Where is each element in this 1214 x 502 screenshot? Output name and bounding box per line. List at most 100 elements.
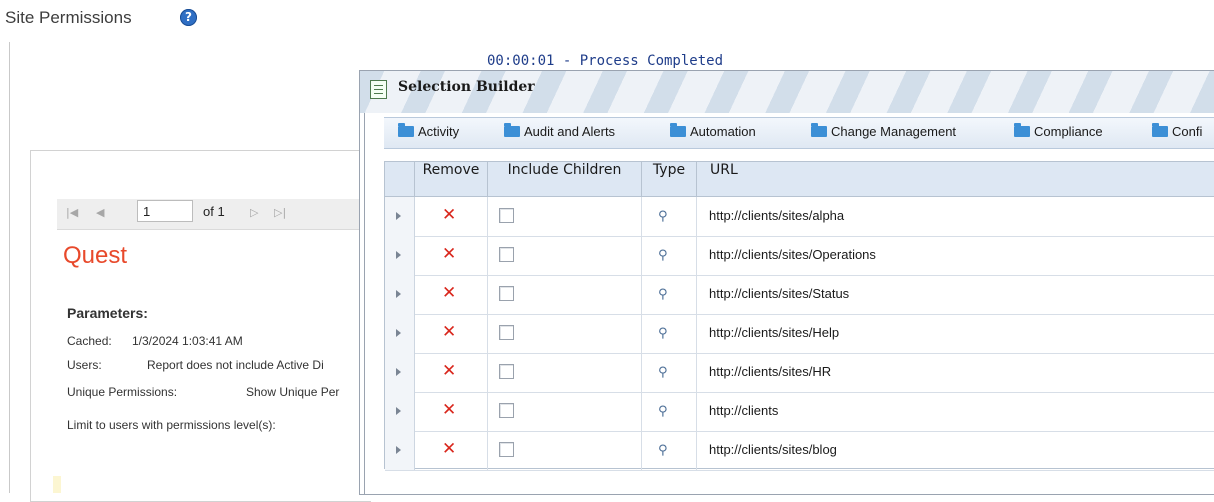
cell-divider xyxy=(696,392,697,431)
selection-builder-dialog: Selection Builder Activity Audit and Ale… xyxy=(359,70,1214,495)
grid-header: Remove Include Children Type URL xyxy=(385,162,1214,197)
row-expander[interactable] xyxy=(385,275,415,314)
site-type-icon: ⚲ xyxy=(658,209,668,224)
table-row[interactable]: ✕ ⚲ http://clients/sites/Status xyxy=(385,275,1214,315)
row-expander[interactable] xyxy=(385,197,415,236)
folder-icon xyxy=(504,123,520,137)
cell-divider xyxy=(641,236,642,275)
row-url: http://clients/sites/blog xyxy=(709,442,837,457)
row-expander[interactable] xyxy=(385,431,415,470)
category-change-management[interactable]: Change Management xyxy=(811,123,956,139)
left-divider xyxy=(9,42,10,493)
first-page-icon[interactable]: |◀ xyxy=(66,206,78,219)
page-title: Site Permissions xyxy=(5,8,132,27)
param-label-unique-permissions: Unique Permissions: xyxy=(67,385,178,399)
site-type-icon: ⚲ xyxy=(658,326,668,341)
previous-page-icon[interactable]: ◀ xyxy=(96,206,104,219)
site-type-icon: ⚲ xyxy=(658,248,668,263)
row-expander[interactable] xyxy=(385,314,415,353)
row-expander[interactable] xyxy=(385,236,415,275)
row-url: http://clients/sites/Status xyxy=(709,286,850,301)
row-expander[interactable] xyxy=(385,353,415,392)
include-children-checkbox[interactable] xyxy=(499,442,514,457)
cell-divider xyxy=(696,197,697,236)
table-row[interactable]: ✕ ⚲ http://clients/sites/Help xyxy=(385,314,1214,354)
table-row[interactable]: ✕ ⚲ http://clients/sites/Operations xyxy=(385,236,1214,276)
category-toolbar: Activity Audit and Alerts Automation Cha… xyxy=(384,117,1214,149)
site-type-icon: ⚲ xyxy=(658,443,668,458)
page-count-label: of 1 xyxy=(203,204,225,219)
window-icon xyxy=(370,80,387,99)
param-label-users: Users: xyxy=(67,358,102,372)
selection-grid: Remove Include Children Type URL ✕ ⚲ http:… xyxy=(384,161,1214,471)
remove-icon[interactable]: ✕ xyxy=(442,206,456,224)
cell-divider xyxy=(487,197,488,236)
cell-divider xyxy=(641,314,642,353)
highlight-strip xyxy=(53,476,61,493)
include-children-checkbox[interactable] xyxy=(499,364,514,379)
include-children-checkbox[interactable] xyxy=(499,208,514,223)
param-label-limit-levels: Limit to users with permissions level(s)… xyxy=(67,418,276,432)
remove-icon[interactable]: ✕ xyxy=(442,440,456,458)
remove-icon[interactable]: ✕ xyxy=(442,401,456,419)
remove-icon[interactable]: ✕ xyxy=(442,323,456,341)
cell-divider xyxy=(641,197,642,236)
remove-icon[interactable]: ✕ xyxy=(442,362,456,380)
cell-divider xyxy=(641,353,642,392)
site-type-icon: ⚲ xyxy=(658,287,668,302)
remove-icon[interactable]: ✕ xyxy=(442,245,456,263)
table-row[interactable]: ✕ ⚲ http://clients xyxy=(385,392,1214,432)
column-header-type[interactable]: Type xyxy=(641,162,696,196)
last-page-icon[interactable]: ▷| xyxy=(274,206,286,219)
table-row[interactable]: ✕ ⚲ http://clients/sites/alpha xyxy=(385,197,1214,237)
expand-arrow-icon[interactable] xyxy=(396,251,401,259)
cell-divider xyxy=(487,392,488,431)
expand-arrow-icon[interactable] xyxy=(396,212,401,220)
include-children-checkbox[interactable] xyxy=(499,286,514,301)
cell-divider xyxy=(487,431,488,470)
row-expander[interactable] xyxy=(385,392,415,431)
folder-icon xyxy=(670,123,686,137)
column-header-include-children[interactable]: Include Children xyxy=(487,162,641,196)
param-value-cached: 1/3/2024 1:03:41 AM xyxy=(132,334,243,348)
cell-divider xyxy=(487,314,488,353)
table-row[interactable]: ✕ ⚲ http://clients/sites/blog xyxy=(385,431,1214,471)
table-row[interactable]: ✕ ⚲ http://clients/sites/HR xyxy=(385,353,1214,393)
category-automation[interactable]: Automation xyxy=(670,123,756,139)
column-header-remove[interactable]: Remove xyxy=(414,162,487,196)
param-value-unique-permissions: Show Unique Per xyxy=(246,385,340,399)
folder-icon xyxy=(811,123,827,137)
category-compliance[interactable]: Compliance xyxy=(1014,123,1103,139)
help-icon[interactable]: ? xyxy=(180,9,197,26)
column-header-url[interactable]: URL xyxy=(696,162,1214,196)
folder-icon xyxy=(1014,123,1030,137)
folder-icon xyxy=(398,123,414,137)
expand-arrow-icon[interactable] xyxy=(396,329,401,337)
expand-arrow-icon[interactable] xyxy=(396,368,401,376)
folder-icon xyxy=(1152,123,1168,137)
category-configuration[interactable]: Confi xyxy=(1152,123,1202,139)
expand-arrow-icon[interactable] xyxy=(396,446,401,454)
cell-divider xyxy=(641,275,642,314)
remove-icon[interactable]: ✕ xyxy=(442,284,456,302)
expand-arrow-icon[interactable] xyxy=(396,290,401,298)
row-url: http://clients/sites/Help xyxy=(709,325,840,340)
expand-arrow-icon[interactable] xyxy=(396,407,401,415)
cell-divider xyxy=(641,431,642,470)
include-children-checkbox[interactable] xyxy=(499,403,514,418)
param-value-users: Report does not include Active Di xyxy=(147,358,324,372)
category-audit-and-alerts[interactable]: Audit and Alerts xyxy=(504,123,615,139)
cell-divider xyxy=(641,392,642,431)
page-number-input[interactable]: 1 xyxy=(137,200,193,222)
cell-divider xyxy=(487,353,488,392)
site-type-icon: ⚲ xyxy=(658,404,668,419)
include-children-checkbox[interactable] xyxy=(499,325,514,340)
row-url: http://clients/sites/HR xyxy=(709,364,832,379)
include-children-checkbox[interactable] xyxy=(499,247,514,262)
cell-divider xyxy=(696,353,697,392)
cell-divider xyxy=(696,314,697,353)
category-activity[interactable]: Activity xyxy=(398,123,459,139)
next-page-icon[interactable]: ▷ xyxy=(250,206,258,219)
row-url: http://clients/sites/alpha xyxy=(709,208,845,223)
row-url: http://clients/sites/Operations xyxy=(709,247,876,262)
